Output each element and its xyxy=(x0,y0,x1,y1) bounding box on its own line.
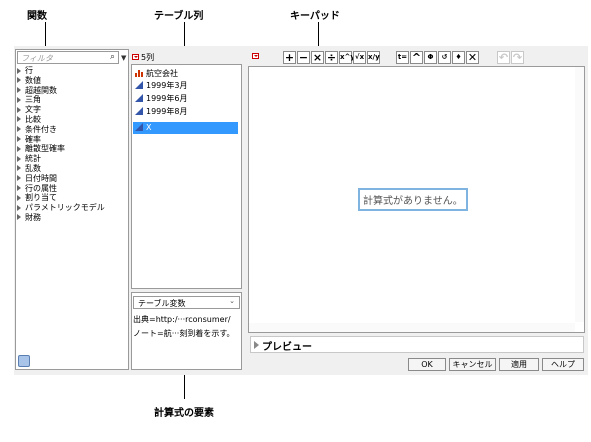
function-category[interactable]: 確率 xyxy=(17,135,127,145)
keypad-callout-line xyxy=(318,22,319,46)
multiply-button[interactable]: × xyxy=(311,51,324,64)
expand-triangle-icon xyxy=(17,136,21,143)
search-icon[interactable]: ⌕ xyxy=(110,52,115,62)
expand-triangle-icon xyxy=(17,204,21,211)
subtract-button[interactable]: − xyxy=(297,51,310,64)
add-button[interactable]: + xyxy=(283,51,296,64)
fraction-button[interactable]: x/y xyxy=(367,51,380,64)
continuous-column-icon xyxy=(135,106,143,115)
expand-triangle-icon xyxy=(17,106,21,113)
expand-triangle-icon xyxy=(17,87,21,94)
expand-triangle-icon xyxy=(17,214,21,221)
function-filter-input[interactable]: フィルタ ⌕ xyxy=(17,51,119,64)
expand-triangle-icon xyxy=(17,126,21,133)
divide-button[interactable]: ÷ xyxy=(325,51,338,64)
table-columns-callout: テーブル列 xyxy=(154,11,204,22)
columns-menu-red-triangle-icon[interactable] xyxy=(132,54,139,60)
swap-button[interactable]: ↺ xyxy=(438,51,451,64)
script-icon[interactable] xyxy=(18,355,30,367)
expand-triangle-icon xyxy=(17,165,21,172)
function-category[interactable]: 三角 xyxy=(17,95,127,105)
raise-button[interactable]: ^ xyxy=(410,51,423,64)
expand-triangle-icon xyxy=(17,185,21,192)
functions-callout: 関数 xyxy=(27,11,47,22)
expand-triangle-icon xyxy=(17,145,21,152)
cancel-button[interactable]: キャンセル xyxy=(449,358,496,371)
filter-dropdown-icon[interactable]: ▼ xyxy=(121,54,126,62)
redo-icon[interactable]: ↷ xyxy=(511,51,524,64)
editor-horizontal-scrollbar[interactable] xyxy=(249,323,575,332)
expand-triangle-icon xyxy=(17,116,21,123)
expand-triangle-icon xyxy=(17,96,21,103)
undo-icon[interactable]: ↶ xyxy=(497,51,510,64)
apply-button[interactable]: 適用 xyxy=(499,358,539,371)
column-item-x[interactable]: X xyxy=(133,122,238,134)
table-variables-dropdown[interactable]: テーブル変数 ⌄ xyxy=(133,296,240,309)
function-category[interactable]: 財務 xyxy=(17,213,127,223)
power-button[interactable]: x^y xyxy=(339,51,355,64)
table-variable-source[interactable]: 出典=http:/···rconsumer/ xyxy=(133,314,231,325)
function-category[interactable]: 条件付き xyxy=(17,125,127,135)
function-category[interactable]: 行の属性 xyxy=(17,184,127,194)
delete-button[interactable]: ✕ xyxy=(466,51,479,64)
table-variable-note[interactable]: ノート=航···刻到着を示す。 xyxy=(133,328,235,339)
function-category[interactable]: 超越関数 xyxy=(17,86,127,96)
root-button[interactable]: √x xyxy=(353,51,366,64)
preview-label: プレビュー xyxy=(262,342,312,353)
chevron-down-icon: ⌄ xyxy=(229,297,235,305)
function-category[interactable]: 統計 xyxy=(17,154,127,164)
continuous-column-icon xyxy=(135,93,143,102)
expand-triangle-icon xyxy=(17,77,21,84)
expand-triangle-icon xyxy=(254,341,259,349)
expand-triangle-icon xyxy=(17,194,21,201)
column-count-label: 5列 xyxy=(141,53,155,62)
function-category[interactable]: 日付時間 xyxy=(17,174,127,184)
function-category[interactable]: 比較 xyxy=(17,115,127,125)
expand-triangle-icon xyxy=(17,67,21,74)
function-category[interactable]: パラメトリックモデル xyxy=(17,203,127,213)
expand-triangle-icon xyxy=(17,175,21,182)
function-category[interactable]: 数値 xyxy=(17,76,127,86)
function-category[interactable]: 文字 xyxy=(17,105,127,115)
nominal-column-icon xyxy=(135,69,143,77)
continuous-column-icon xyxy=(135,122,143,131)
formula-elements-callout-line xyxy=(184,373,185,399)
column-item-airline[interactable]: 航空会社 xyxy=(133,68,238,80)
keypad-callout: キーパッド xyxy=(290,11,340,22)
help-button[interactable]: ヘルプ xyxy=(542,358,584,371)
column-item-1999-03[interactable]: 1999年3月 xyxy=(133,80,238,92)
column-item-1999-06[interactable]: 1999年6月 xyxy=(133,93,238,105)
function-category[interactable]: 乱数 xyxy=(17,164,127,174)
ok-button[interactable]: OK xyxy=(408,358,446,371)
table-variables-dropdown-label: テーブル変数 xyxy=(138,299,186,308)
unary-button[interactable]: ♦ xyxy=(452,51,465,64)
filter-placeholder: フィルタ xyxy=(21,54,53,63)
no-formula-placeholder: 計算式がありません。 xyxy=(358,188,468,211)
function-category[interactable]: 行 xyxy=(17,66,127,76)
continuous-column-icon xyxy=(135,80,143,89)
peel-button[interactable]: Φ xyxy=(424,51,437,64)
function-category[interactable]: 割り当て xyxy=(17,193,127,203)
function-category[interactable]: 離散型確率 xyxy=(17,144,127,154)
function-category-list: 行 数値 超越関数 三角 文字 比較 条件付き 確率 離散型確率 統計 乱数 日… xyxy=(17,66,127,223)
editor-vertical-scrollbar[interactable] xyxy=(575,67,584,322)
column-item-1999-08[interactable]: 1999年8月 xyxy=(133,106,238,118)
formula-elements-callout: 計算式の要素 xyxy=(154,408,214,419)
assign-button[interactable]: t= xyxy=(396,51,409,64)
expand-triangle-icon xyxy=(17,155,21,162)
preview-section[interactable]: プレビュー xyxy=(250,336,584,353)
